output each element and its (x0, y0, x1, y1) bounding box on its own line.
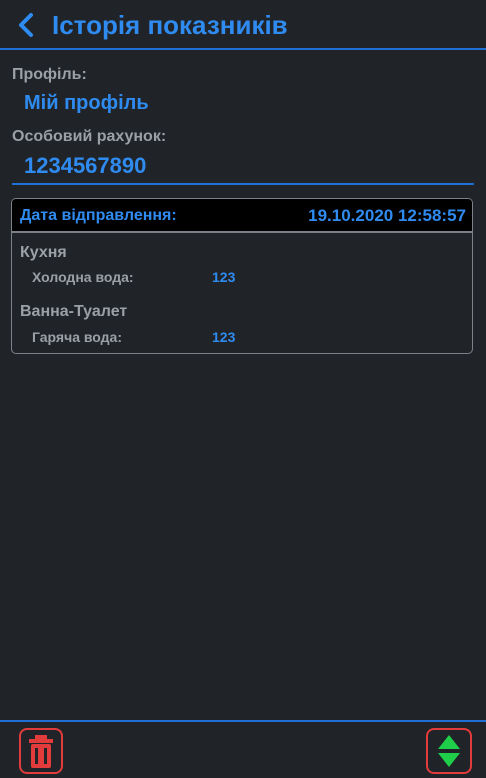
delete-button[interactable] (19, 728, 63, 774)
record-header: Дата відправлення: 19.10.2020 12:58:57 (12, 199, 472, 233)
history-record-card[interactable]: Дата відправлення: 19.10.2020 12:58:57 К… (11, 198, 473, 354)
sort-up-down-icon (438, 735, 460, 767)
meter-reading: 123 (212, 269, 236, 285)
date-value: 19.10.2020 12:58:57 (308, 206, 466, 225)
profile-label: Профіль: (12, 66, 87, 83)
account-value[interactable]: 1234567890 (24, 153, 146, 179)
back-chevron-icon[interactable] (14, 10, 38, 40)
meter-reading: 123 (212, 329, 236, 345)
sort-button[interactable] (426, 728, 472, 774)
meter-label: Холодна вода: (32, 269, 134, 285)
account-label: Особовий рахунок: (12, 128, 167, 145)
meter-label: Гаряча вода: (32, 329, 123, 345)
date-label: Дата відправлення: (20, 207, 177, 224)
footer-divider (0, 720, 486, 722)
section-divider (12, 183, 474, 185)
page-title: Історія показників (52, 10, 288, 40)
app-header: Історія показників (0, 0, 486, 50)
trash-icon (29, 735, 53, 768)
room-name: Ванна-Туалет (20, 303, 128, 320)
profile-value[interactable]: Мій профіль (24, 92, 149, 115)
room-name: Кухня (20, 244, 67, 261)
